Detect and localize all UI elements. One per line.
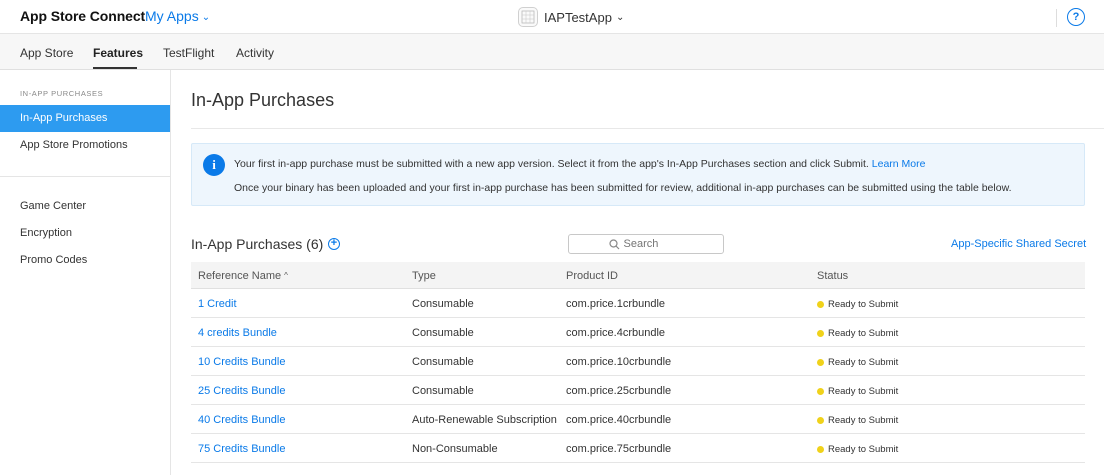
tab-bar: App Store Features TestFlight Activity	[0, 34, 1104, 70]
sidebar: IN-APP PURCHASES In-App Purchases App St…	[0, 70, 171, 475]
info-line-2: Once your binary has been uploaded and y…	[234, 182, 1012, 194]
status-label: Ready to Submit	[828, 299, 899, 310]
column-header-product-id[interactable]: Product ID	[566, 270, 618, 282]
learn-more-link[interactable]: Learn More	[872, 158, 926, 170]
product-id-cell: com.price.40crbundle	[566, 414, 672, 426]
header-divider	[1056, 9, 1057, 27]
status-dot-icon	[817, 388, 824, 395]
type-cell: Consumable	[412, 327, 474, 339]
chevron-down-icon: ⌄	[615, 11, 625, 23]
status-label: Ready to Submit	[828, 415, 899, 426]
product-id-cell: com.price.10crbundle	[566, 356, 672, 368]
product-id-cell: com.price.4crbundle	[566, 327, 666, 339]
column-header-type[interactable]: Type	[412, 270, 436, 282]
sidebar-item-app-store-promotions[interactable]: App Store Promotions	[0, 132, 170, 159]
table-row[interactable]: 75 Credits Bundle Non-Consumable com.pri…	[191, 434, 1085, 463]
status-cell: Ready to Submit	[817, 415, 898, 426]
reference-name-link[interactable]: 40 Credits Bundle	[198, 414, 285, 426]
column-header-label: Reference Name	[198, 270, 282, 282]
shared-secret-link[interactable]: App-Specific Shared Secret	[951, 238, 1086, 250]
title-divider	[191, 128, 1104, 129]
status-label: Ready to Submit	[828, 444, 899, 455]
table-row[interactable]: 1 Credit Consumable com.price.1crbundle …	[191, 289, 1085, 318]
sidebar-item-encryption[interactable]: Encryption	[0, 220, 170, 247]
status-dot-icon	[817, 417, 824, 424]
table-row[interactable]: 10 Credits Bundle Consumable com.price.1…	[191, 347, 1085, 376]
active-tab-indicator	[93, 67, 137, 69]
search-box[interactable]	[568, 234, 724, 254]
search-input[interactable]	[623, 238, 684, 250]
reference-name-link[interactable]: 1 Credit	[198, 298, 237, 310]
reference-name-link[interactable]: 4 credits Bundle	[198, 327, 277, 339]
status-cell: Ready to Submit	[817, 444, 898, 455]
table-row[interactable]: 40 Credits Bundle Auto-Renewable Subscri…	[191, 405, 1085, 434]
column-header-reference-name[interactable]: Reference Name ^	[198, 270, 288, 282]
my-apps-label: My Apps	[145, 8, 199, 24]
status-dot-icon	[817, 446, 824, 453]
status-cell: Ready to Submit	[817, 328, 898, 339]
product-id-cell: com.price.75crbundle	[566, 443, 672, 455]
reference-name-link[interactable]: 10 Credits Bundle	[198, 356, 285, 368]
product-id-cell: com.price.1crbundle	[566, 298, 666, 310]
table-row[interactable]: 25 Credits Bundle Consumable com.price.2…	[191, 376, 1085, 405]
sidebar-heading: IN-APP PURCHASES	[20, 89, 104, 98]
info-line-1: Your first in-app purchase must be submi…	[234, 158, 925, 170]
help-button[interactable]: ?	[1067, 8, 1085, 26]
app-icon	[518, 7, 538, 27]
status-dot-icon	[817, 301, 824, 308]
sidebar-item-in-app-purchases[interactable]: In-App Purchases	[0, 105, 170, 132]
reference-name-link[interactable]: 75 Credits Bundle	[198, 443, 285, 455]
status-cell: Ready to Submit	[817, 386, 898, 397]
reference-name-link[interactable]: 25 Credits Bundle	[198, 385, 285, 397]
app-name: IAPTestApp	[544, 9, 612, 25]
status-cell: Ready to Submit	[817, 299, 898, 310]
status-cell: Ready to Submit	[817, 357, 898, 368]
top-bar: App Store Connect My Apps ⌄ IAPTestApp ⌄ …	[0, 0, 1104, 34]
sidebar-divider	[0, 176, 170, 177]
sidebar-item-game-center[interactable]: Game Center	[0, 193, 170, 220]
table-row[interactable]: 4 credits Bundle Consumable com.price.4c…	[191, 318, 1085, 347]
status-dot-icon	[817, 330, 824, 337]
chevron-down-icon: ⌄	[201, 12, 211, 23]
tab-app-store[interactable]: App Store	[20, 46, 73, 60]
section-title: In-App Purchases (6)	[191, 236, 324, 252]
info-icon: i	[203, 154, 225, 176]
page-title: In-App Purchases	[191, 90, 335, 110]
info-line-1-text: Your first in-app purchase must be submi…	[234, 158, 869, 170]
column-header-status[interactable]: Status	[817, 270, 848, 282]
status-label: Ready to Submit	[828, 357, 899, 368]
add-icon[interactable]: +	[328, 238, 340, 250]
type-cell: Consumable	[412, 385, 474, 397]
product-id-cell: com.price.25crbundle	[566, 385, 672, 397]
type-cell: Consumable	[412, 356, 474, 368]
type-cell: Consumable	[412, 298, 474, 310]
status-label: Ready to Submit	[828, 328, 899, 339]
my-apps-menu[interactable]: My Apps ⌄	[145, 8, 210, 24]
sort-ascending-icon: ^	[284, 271, 288, 280]
tab-features[interactable]: Features	[93, 46, 143, 60]
brand-title: App Store Connect	[20, 8, 146, 24]
tab-testflight[interactable]: TestFlight	[163, 46, 214, 60]
type-cell: Non-Consumable	[412, 443, 498, 455]
status-dot-icon	[817, 359, 824, 366]
table-header: Reference Name ^ Type Product ID Status	[191, 262, 1085, 289]
sidebar-item-promo-codes[interactable]: Promo Codes	[0, 247, 170, 274]
type-cell: Auto-Renewable Subscription	[412, 414, 557, 426]
tab-activity[interactable]: Activity	[236, 46, 274, 60]
status-label: Ready to Submit	[828, 386, 899, 397]
app-switcher[interactable]: IAPTestApp ⌄	[518, 6, 624, 28]
info-banner: i Your first in-app purchase must be sub…	[191, 143, 1085, 206]
search-icon	[608, 238, 620, 250]
